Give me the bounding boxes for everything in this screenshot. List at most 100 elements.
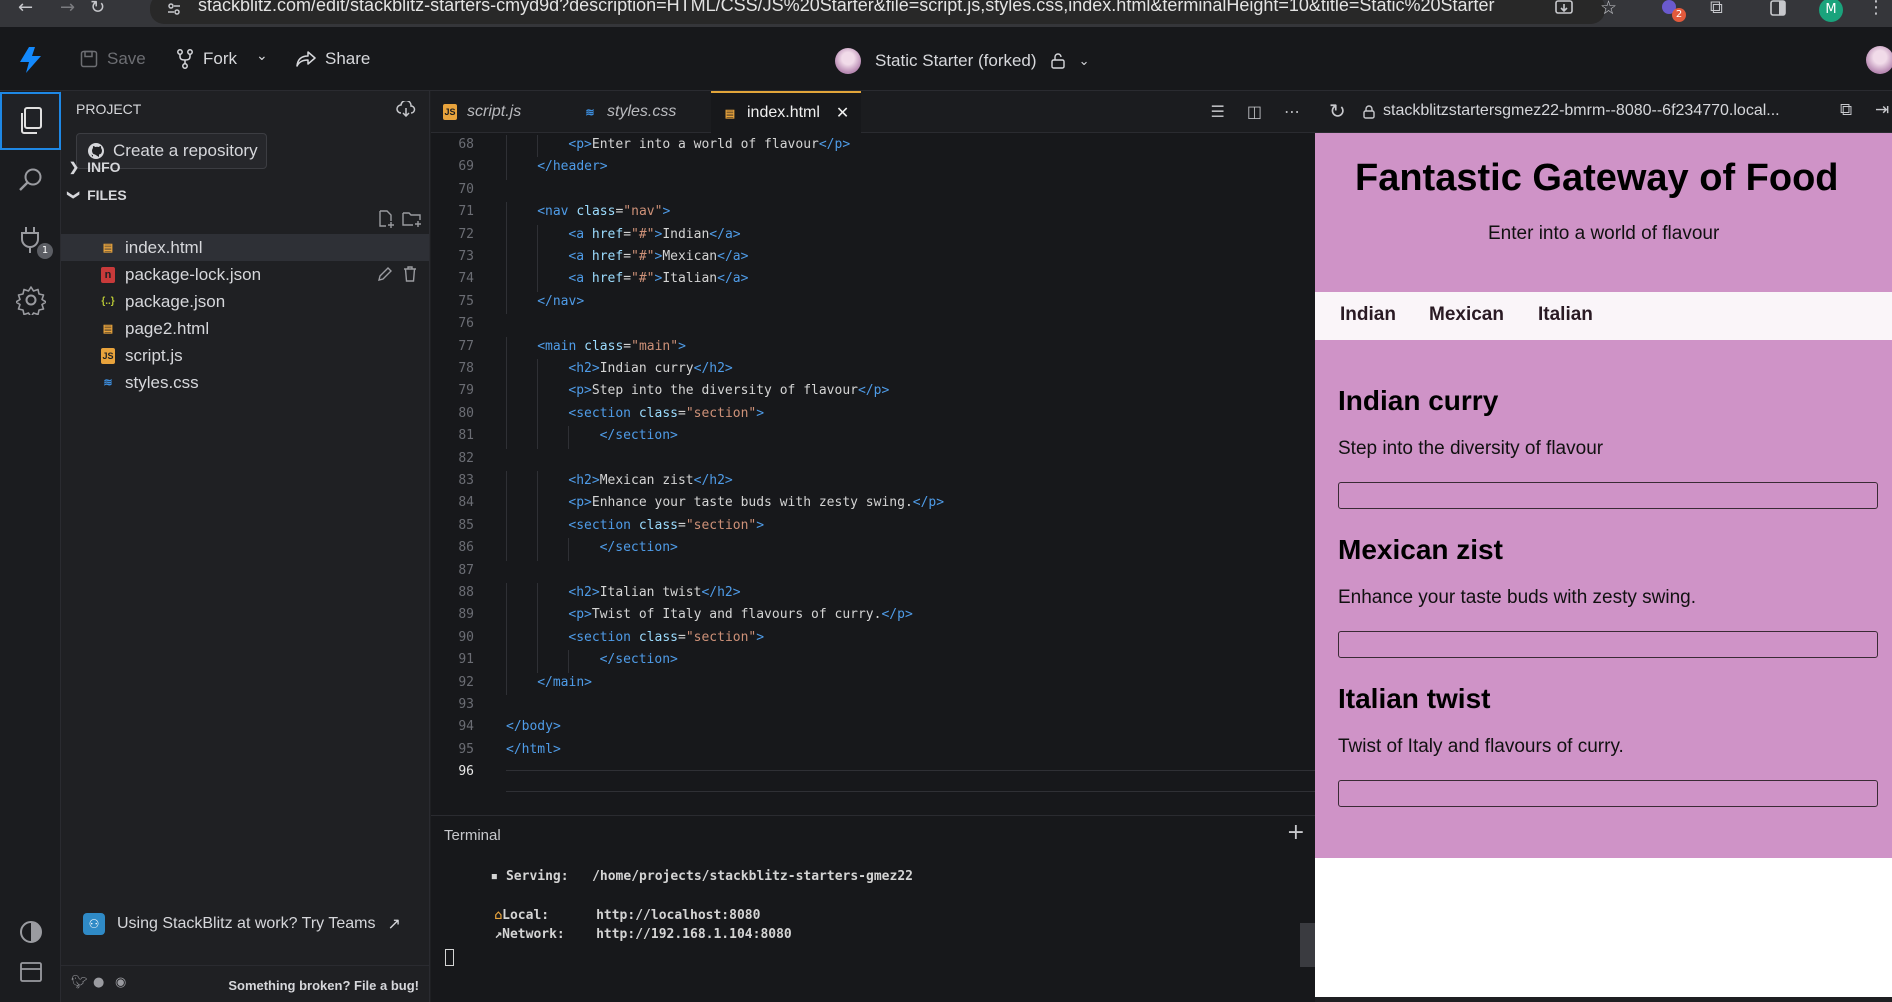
format-icon[interactable]: ☰ bbox=[1211, 102, 1225, 121]
tab-styles-css[interactable]: ≋ styles.css bbox=[571, 91, 711, 133]
file-item-package-lock[interactable]: n package-lock.json bbox=[61, 261, 429, 288]
ports-tab[interactable]: 1 bbox=[0, 211, 61, 269]
discord-icon[interactable]: ◉ bbox=[115, 975, 126, 990]
reload-icon[interactable]: ↻ bbox=[90, 0, 105, 18]
extensions-puzzle-icon[interactable]: ⧉ bbox=[1710, 0, 1723, 18]
code-token: </nav> bbox=[537, 293, 585, 309]
tab-label: styles.css bbox=[607, 103, 677, 120]
indent-guide bbox=[568, 426, 570, 449]
site-info-icon[interactable] bbox=[167, 2, 181, 16]
code-token: <h2> bbox=[568, 585, 600, 600]
indent-guide bbox=[506, 336, 507, 359]
teams-promo-link[interactable]: ⚇ Using StackBlitz at work? Try Teams ↗ bbox=[83, 913, 401, 935]
file-item-index-html[interactable]: ▤ index.html bbox=[61, 234, 429, 261]
line-number: 76 bbox=[458, 316, 474, 332]
file-item-page2-html[interactable]: ▤ page2.html bbox=[61, 315, 429, 342]
section-text: Step into the diversity of flavour bbox=[1338, 438, 1604, 459]
file-item-package-json[interactable]: {..} package.json bbox=[61, 288, 429, 315]
code-line: <p>Twist of Italy and flavours of curry.… bbox=[568, 607, 912, 622]
code-token: Italian twist bbox=[599, 585, 702, 600]
file-bug-link[interactable]: Something broken? File a bug! bbox=[228, 978, 419, 993]
open-in-new-window-icon[interactable]: ⧉ bbox=[1840, 100, 1852, 120]
npm-file-icon: n bbox=[101, 266, 115, 283]
code-token: <h2> bbox=[568, 361, 600, 376]
new-file-icon[interactable] bbox=[377, 210, 395, 228]
explorer-tab[interactable] bbox=[0, 92, 61, 150]
cloud-download-icon[interactable] bbox=[396, 101, 416, 117]
indent-guide bbox=[506, 135, 507, 158]
back-icon[interactable]: ← bbox=[18, 0, 33, 18]
file-item-styles-css[interactable]: ≋ styles.css bbox=[61, 369, 429, 396]
code-token: "main" bbox=[631, 338, 679, 354]
twitter-icon[interactable]: 🐦︎ bbox=[71, 975, 88, 990]
close-icon[interactable]: ✕ bbox=[836, 103, 849, 123]
indent-guide bbox=[537, 627, 539, 651]
side-panel-icon[interactable] bbox=[1769, 0, 1787, 18]
code-token: "section" bbox=[685, 517, 757, 533]
file-name: package-lock.json bbox=[125, 264, 262, 284]
tab-index-html[interactable]: ▤ index.html ✕ bbox=[711, 91, 861, 133]
fork-button[interactable]: Fork bbox=[176, 49, 237, 69]
code-line: <section class="section"> bbox=[568, 518, 764, 533]
layout-toggle[interactable] bbox=[0, 943, 61, 1001]
line-number: 88 bbox=[458, 585, 474, 600]
rename-pencil-icon[interactable] bbox=[377, 266, 393, 282]
settings-tab[interactable] bbox=[0, 271, 61, 329]
more-actions-icon[interactable]: ⋯ bbox=[1284, 102, 1300, 121]
editor-tabs: JS script.js ≋ styles.css ▤ index.html ✕… bbox=[431, 91, 1315, 133]
activity-bar: 1 bbox=[0, 91, 61, 1002]
stackblitz-logo-icon[interactable] bbox=[20, 47, 42, 73]
forward-icon[interactable]: → bbox=[60, 0, 75, 18]
github-footer-icon[interactable]: ● bbox=[93, 975, 104, 990]
line-number: 83 bbox=[458, 473, 474, 488]
save-button[interactable]: Save bbox=[80, 49, 146, 69]
new-folder-icon[interactable] bbox=[402, 210, 422, 228]
delete-trash-icon[interactable] bbox=[403, 266, 417, 282]
code-line: <main class="main"> bbox=[537, 339, 686, 354]
code-token: </p> bbox=[818, 137, 851, 152]
files-section-header[interactable]: ❯ FILES bbox=[67, 187, 127, 203]
file-item-script-js[interactable]: JS script.js bbox=[61, 342, 429, 369]
preview-nav-mexican[interactable]: Mexican bbox=[1429, 304, 1504, 326]
unlock-icon[interactable] bbox=[1050, 53, 1065, 69]
info-section-label: INFO bbox=[87, 159, 121, 175]
terminal-panel[interactable]: Terminal + ▪ Serving: /home/projects/sta… bbox=[431, 815, 1315, 1002]
preview-refresh-icon[interactable]: ↻ bbox=[1329, 99, 1346, 123]
install-app-icon[interactable] bbox=[1554, 0, 1574, 18]
code-token: > bbox=[662, 204, 671, 220]
preview-frame[interactable]: Fantastic Gateway of Food Enter into a w… bbox=[1315, 133, 1892, 997]
indent-guide bbox=[537, 538, 539, 561]
code-line: <a href="#">Indian</a> bbox=[568, 227, 740, 242]
address-bar[interactable]: stackblitz.com/edit/stackblitz-starters-… bbox=[150, 0, 1605, 24]
tab-script-js[interactable]: JS script.js bbox=[431, 91, 571, 133]
search-tab[interactable] bbox=[0, 151, 61, 209]
user-avatar[interactable] bbox=[1866, 46, 1892, 74]
info-section-header[interactable]: ❯ INFO bbox=[69, 159, 121, 175]
code-token: > bbox=[756, 629, 765, 645]
collapse-preview-icon[interactable]: ⇥ bbox=[1875, 100, 1889, 120]
extension-icon[interactable]: 2 bbox=[1662, 0, 1686, 24]
sidebar-footer: 🐦︎ ● ◉ Something broken? File a bug! bbox=[61, 965, 429, 1002]
fork-dropdown-chevron-icon[interactable]: ⌄ bbox=[256, 47, 268, 64]
code-token: <h2> bbox=[568, 473, 600, 488]
code-editor[interactable]: 68 <p>Enter into a world of flavour</p> 69… bbox=[431, 133, 1315, 815]
preview-url[interactable]: stackblitzstartersgmez22-bmrm--8080--6f2… bbox=[1383, 102, 1780, 120]
share-button[interactable]: Share bbox=[296, 49, 370, 69]
code-token: </section> bbox=[599, 540, 678, 556]
code-token: "nav" bbox=[623, 204, 663, 220]
current-line-highlight bbox=[506, 770, 1315, 792]
split-editor-icon[interactable]: ◫ bbox=[1247, 102, 1262, 121]
serving-path: /home/projects/stackblitz-starters-gmez2… bbox=[592, 869, 913, 884]
network-url[interactable]: http://192.168.1.104:8080 bbox=[596, 927, 792, 942]
code-token: Enhance your taste buds with zesty swing… bbox=[591, 495, 913, 511]
bookmark-star-icon[interactable]: ☆ bbox=[1600, 0, 1617, 18]
profile-avatar[interactable]: M bbox=[1819, 0, 1843, 22]
browser-menu-icon[interactable]: ⋮ bbox=[1867, 0, 1885, 18]
terminal-scrollbar[interactable] bbox=[1300, 923, 1315, 967]
new-terminal-plus-icon[interactable]: + bbox=[1287, 820, 1305, 845]
indent-guide bbox=[537, 135, 539, 158]
preview-nav-italian[interactable]: Italian bbox=[1538, 304, 1593, 326]
project-title-area[interactable]: Static Starter (forked) ⌄ bbox=[835, 48, 1089, 74]
visibility-chevron-icon[interactable]: ⌄ bbox=[1079, 53, 1090, 69]
preview-nav-indian[interactable]: Indian bbox=[1340, 304, 1396, 326]
